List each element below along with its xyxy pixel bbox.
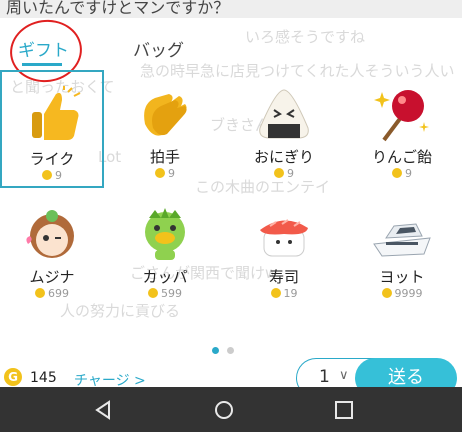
gift-mujina[interactable]: ムジナ 699 — [0, 190, 104, 308]
gift-name: りんご飴 — [371, 148, 432, 166]
gift-name: 拍手 — [149, 148, 180, 166]
home-icon[interactable] — [213, 399, 235, 421]
coin-icon — [42, 170, 52, 180]
chevron-down-icon: ∨ — [339, 368, 349, 383]
gift-price: 599 — [113, 287, 217, 300]
kappa-character-icon — [145, 208, 185, 260]
recents-icon[interactable] — [333, 399, 355, 421]
gift-name: 寿司 — [268, 268, 299, 286]
ghost-chat-line: いろ感そうですね — [245, 28, 366, 46]
overflow-chat-text: 周いたんですけとマンですか？ — [6, 0, 230, 17]
clapping-hands-icon — [144, 94, 187, 136]
gift-price: 9 — [232, 167, 336, 180]
sushi-icon — [260, 219, 308, 257]
coin-icon — [148, 288, 158, 298]
page-dot-active — [212, 347, 219, 354]
gift-price: 9 — [350, 167, 454, 180]
gift-onigiri[interactable]: おにぎり 9 — [232, 70, 336, 188]
coin-icon — [270, 288, 281, 298]
gift-kappa[interactable]: カッパ 599 — [113, 190, 217, 308]
gift-price: 9999 — [350, 287, 454, 300]
onigiri-icon — [259, 89, 309, 139]
quantity-value: 1 — [319, 367, 330, 387]
coin-balance-icon: G — [4, 368, 22, 386]
gift-like[interactable]: ライク 9 — [0, 70, 104, 188]
tab-bag[interactable]: バッグ — [133, 36, 184, 61]
active-tab-indicator — [22, 63, 62, 66]
gift-name: ヨット — [379, 268, 425, 286]
gift-candy-apple[interactable]: りんご飴 9 — [350, 70, 454, 188]
gift-price: 699 — [0, 287, 104, 300]
thumbs-up-icon — [32, 86, 81, 140]
coin-icon — [35, 288, 45, 298]
gift-name: おにぎり — [253, 148, 314, 166]
gift-sushi[interactable]: 寿司 19 — [232, 190, 336, 308]
gift-name: ムジナ — [29, 268, 75, 286]
coin-icon — [381, 288, 392, 298]
overflow-chat-line: 周いたんですけとマンですか？ — [0, 0, 462, 18]
gift-name: カッパ — [142, 268, 188, 286]
gift-price: 9 — [113, 167, 217, 180]
gift-clap[interactable]: 拍手 9 — [113, 70, 217, 188]
yacht-icon — [373, 223, 431, 257]
gift-panel: いろ感そうですね 急の時早急に店見つけてくれた人そういう人い と聞ったおくて ブ… — [0, 15, 462, 398]
gift-price: 9 — [2, 169, 102, 182]
gift-yacht[interactable]: ヨット 9999 — [350, 190, 454, 308]
coin-icon — [155, 168, 165, 178]
coin-balance: 145 — [30, 370, 57, 386]
page-indicator — [212, 339, 237, 358]
coin-icon — [274, 168, 284, 178]
android-nav-bar — [0, 387, 462, 432]
tab-gift[interactable]: ギフト — [18, 36, 69, 61]
mujina-character-icon — [26, 210, 74, 258]
back-icon[interactable] — [92, 399, 114, 421]
gift-name: ライク — [29, 150, 75, 168]
gift-price: 19 — [232, 287, 336, 300]
candy-apple-icon — [374, 90, 429, 142]
page-dot — [227, 347, 235, 354]
coin-icon — [392, 168, 402, 178]
